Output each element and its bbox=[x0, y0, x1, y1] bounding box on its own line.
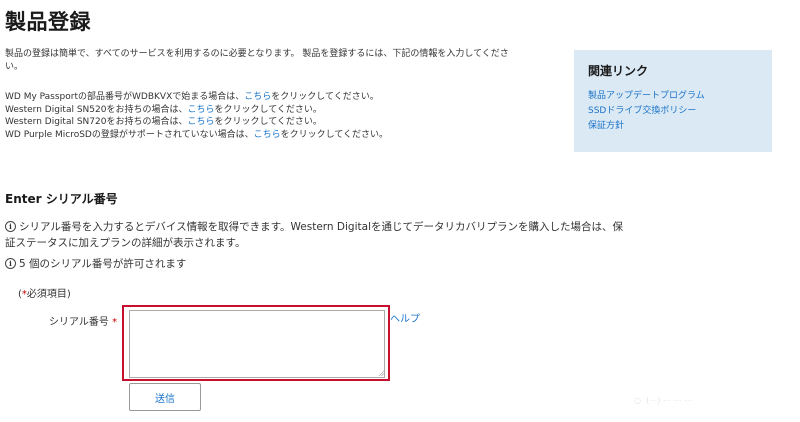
help-link[interactable]: ヘルプ bbox=[390, 310, 420, 325]
related-link-update-program[interactable]: 製品アップデートプログラム bbox=[588, 89, 758, 104]
required-asterisk: * bbox=[112, 317, 118, 328]
serial-number-input[interactable] bbox=[129, 310, 385, 378]
purple-here-link[interactable]: こちら bbox=[254, 130, 281, 140]
related-links-panel: 関連リンク 製品アップデートプログラム SSDドライブ交換ポリシー 保証方針 bbox=[574, 50, 772, 152]
intro-line-2: い。 bbox=[5, 61, 24, 72]
sn720-here-link[interactable]: こちら bbox=[187, 117, 214, 127]
related-link-ssd-replacement[interactable]: SSDドライブ交換ポリシー bbox=[588, 104, 758, 119]
page-title: 製品登録 bbox=[5, 10, 91, 34]
serial-limit-text: i5 個のシリアル番号が許可されます bbox=[5, 256, 665, 272]
intro-row-passport: WD My Passportの部品番号がWDBKVXで始まる場合は、こちらをクリ… bbox=[5, 92, 379, 102]
intro-row-sn520: Western Digital SN520をお持ちの場合は、こちらをクリックして… bbox=[5, 104, 322, 115]
passport-here-link[interactable]: こちら bbox=[244, 92, 271, 102]
serial-section-title: Enter シリアル番号 bbox=[5, 192, 118, 206]
serial-number-label: シリアル番号 * bbox=[49, 317, 118, 328]
intro-row-purple: WD Purple MicroSDの登録がサポートされていない場合は、こちらをク… bbox=[5, 129, 389, 140]
resize-grip-icon[interactable] bbox=[379, 371, 384, 376]
serial-info-text: i シリアル番号を入力するとデバイス情報を取得できます。Western Digit… bbox=[5, 221, 623, 249]
info-icon: i bbox=[5, 258, 16, 269]
required-fields-note: (*必須項目) bbox=[18, 289, 71, 300]
sn520-here-link[interactable]: こちら bbox=[187, 105, 214, 115]
related-links-title: 関連リンク bbox=[588, 64, 649, 78]
intro-text: 製品の登録は簡単で、すべてのサービスを利用するのに必要となります。 製品を登録す… bbox=[5, 48, 545, 141]
submit-button[interactable]: 送信 bbox=[129, 383, 201, 411]
intro-line-1: 製品の登録は簡単で、すべてのサービスを利用するのに必要となります。 製品を登録す… bbox=[5, 49, 509, 59]
watermark: ○ (⋯) ⋯ ⋯ ⋯ bbox=[634, 396, 692, 405]
related-link-warranty[interactable]: 保証方針 bbox=[588, 119, 758, 134]
info-icon: i bbox=[5, 221, 16, 232]
intro-row-sn720: Western Digital SN720をお持ちの場合は、こちらをクリックして… bbox=[5, 117, 322, 127]
